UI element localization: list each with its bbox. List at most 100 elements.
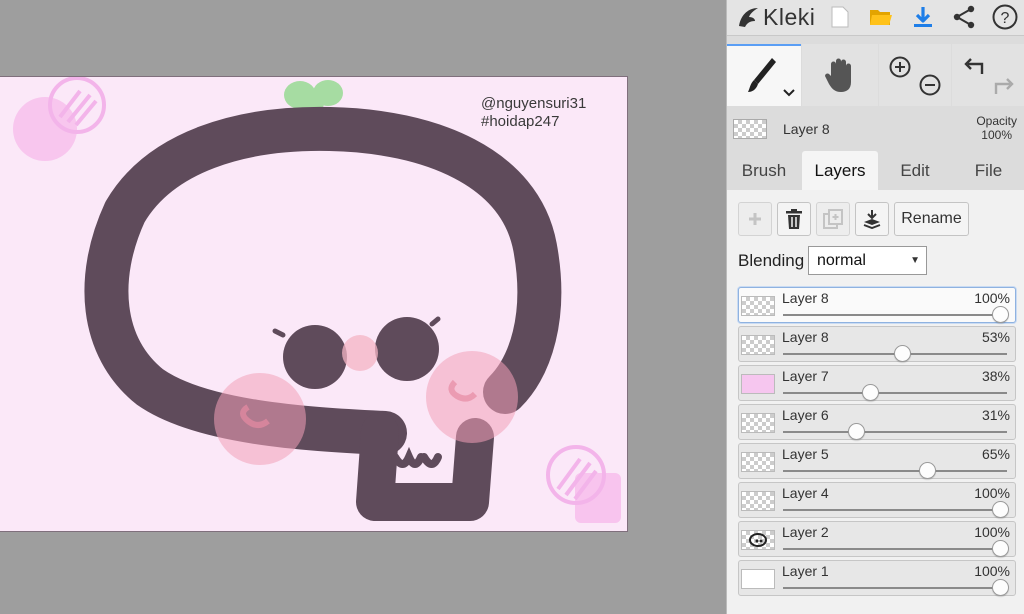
opacity-slider-knob[interactable] xyxy=(893,345,911,362)
download-icon xyxy=(914,7,932,27)
blending-label: Blending xyxy=(738,251,805,270)
hand xyxy=(420,453,442,468)
layer-thumbnail xyxy=(741,569,775,589)
opacity-slider-knob[interactable] xyxy=(918,462,936,479)
plus-icon xyxy=(749,213,761,225)
zoom-out-icon[interactable] xyxy=(919,74,941,96)
tab-brush[interactable]: Brush xyxy=(727,151,801,190)
share-icon xyxy=(953,5,975,29)
layer-row[interactable]: Layer 8 53% xyxy=(738,326,1016,362)
layer-name: Layer 5 xyxy=(782,446,829,462)
share-button[interactable] xyxy=(944,0,984,34)
help-icon: ? xyxy=(992,4,1018,30)
layer-row[interactable]: Layer 5 65% xyxy=(738,443,1016,479)
layer-opacity: 38% xyxy=(981,368,1010,384)
opacity-slider-knob[interactable] xyxy=(992,306,1009,323)
app-logo[interactable]: Kleki xyxy=(735,2,815,32)
tab-layers[interactable]: Layers xyxy=(802,151,878,190)
opacity-slider-track[interactable] xyxy=(783,392,1007,394)
layer-name: Layer 7 xyxy=(782,368,829,384)
hand-tool-button[interactable] xyxy=(802,44,878,106)
panel-tabs: Brush Layers Edit File xyxy=(727,151,1024,190)
eyelash xyxy=(272,328,286,338)
chevron-down-icon: ▼ xyxy=(910,255,920,266)
layer-thumbnail xyxy=(741,374,775,394)
kleki-logo-icon xyxy=(739,8,758,27)
redo-icon[interactable] xyxy=(992,74,1016,96)
opacity-slider-knob[interactable] xyxy=(992,579,1009,596)
opacity-slider-track[interactable] xyxy=(783,587,1007,589)
current-layer-thumbnail xyxy=(733,119,767,139)
current-layer-name: Layer 8 xyxy=(783,121,830,137)
undo-redo-tools xyxy=(952,44,1024,106)
rename-layer-button[interactable]: Rename xyxy=(894,202,969,236)
hand xyxy=(391,446,425,468)
opacity-slider-track[interactable] xyxy=(783,509,1007,511)
opacity-slider-knob[interactable] xyxy=(847,423,865,440)
brush-icon xyxy=(748,58,776,92)
layer-name: Layer 2 xyxy=(782,524,829,540)
layer-row[interactable]: Layer 4 100% xyxy=(738,482,1016,518)
layer-name: Layer 4 xyxy=(782,485,829,501)
save-button[interactable] xyxy=(903,0,943,34)
layer-row[interactable]: Layer 7 38% xyxy=(738,365,1016,401)
duplicate-layer-button[interactable] xyxy=(816,202,850,236)
drawing-canvas[interactable]: @nguyensuri31 #hoidap247 xyxy=(0,76,628,532)
layer-thumbnail xyxy=(741,491,775,511)
layer-row[interactable]: Layer 1 100% xyxy=(738,560,1016,596)
layer-row[interactable]: Layer 8 100% xyxy=(738,287,1016,323)
delete-layer-button[interactable] xyxy=(777,202,811,236)
hand-icon xyxy=(825,58,851,92)
new-file-button[interactable] xyxy=(820,0,860,34)
layer-opacity: 65% xyxy=(981,446,1010,462)
undo-icon[interactable] xyxy=(962,54,986,76)
layer-thumbnail xyxy=(741,452,775,472)
layer-thumbnail xyxy=(741,335,775,355)
layer-row[interactable]: Layer 6 31% xyxy=(738,404,1016,440)
layer-name: Layer 8 xyxy=(782,329,829,345)
tab-edit[interactable]: Edit xyxy=(879,151,951,190)
tool-row xyxy=(727,44,1024,108)
layer-row[interactable]: Layer 2 100% xyxy=(738,521,1016,557)
zoom-in-icon[interactable] xyxy=(889,56,911,78)
canvas-workspace[interactable]: @nguyensuri31 #hoidap247 xyxy=(0,0,726,614)
layer-opacity: 100% xyxy=(974,563,1010,579)
left-eye xyxy=(283,325,347,389)
opacity-label: Opacity xyxy=(976,114,1017,128)
add-layer-button[interactable] xyxy=(738,202,772,236)
watermark-tag: #hoidap247 xyxy=(481,113,560,130)
current-layer-opacity: Opacity 100% xyxy=(976,114,1017,142)
opacity-slider-knob[interactable] xyxy=(862,384,880,401)
opacity-slider-knob[interactable] xyxy=(992,501,1009,518)
opacity-slider-track[interactable] xyxy=(783,548,1007,550)
opacity-slider-track[interactable] xyxy=(783,470,1007,472)
layer-thumbnail xyxy=(741,413,775,433)
open-folder-icon xyxy=(870,10,892,25)
pink-block xyxy=(575,473,621,523)
nose xyxy=(342,335,378,371)
help-button[interactable]: ? xyxy=(985,0,1024,34)
layer-opacity: 100% xyxy=(974,485,1010,501)
opacity-slider-knob[interactable] xyxy=(992,540,1009,557)
blending-select[interactable]: normal ▼ xyxy=(808,246,927,275)
open-file-button[interactable] xyxy=(861,0,901,34)
layer-name: Layer 8 xyxy=(782,290,829,306)
merge-layer-button[interactable] xyxy=(855,202,889,236)
zoom-tools xyxy=(879,44,951,106)
brush-tool-button[interactable] xyxy=(727,44,801,106)
layers-panel: Rename Blending normal ▼ Layer 8 100% Laye… xyxy=(727,190,1024,614)
app-title: Kleki xyxy=(763,3,816,30)
tab-file[interactable]: File xyxy=(952,151,1024,190)
layer-name: Layer 1 xyxy=(782,563,829,579)
sidebar: Kleki ? Layer 8 Opacity 100% Brush Layer… xyxy=(726,0,1024,614)
opacity-slider-track[interactable] xyxy=(783,431,1007,433)
chevron-down-icon[interactable] xyxy=(783,89,795,97)
layer-thumbnail xyxy=(741,530,775,550)
opacity-slider-track[interactable] xyxy=(783,314,1007,316)
right-eye xyxy=(375,317,439,381)
layer-opacity: 100% xyxy=(974,524,1010,540)
body-outline xyxy=(356,413,494,521)
layer-opacity: 31% xyxy=(981,407,1010,423)
artwork xyxy=(13,77,621,523)
watermark-handle: @nguyensuri31 xyxy=(481,95,587,112)
